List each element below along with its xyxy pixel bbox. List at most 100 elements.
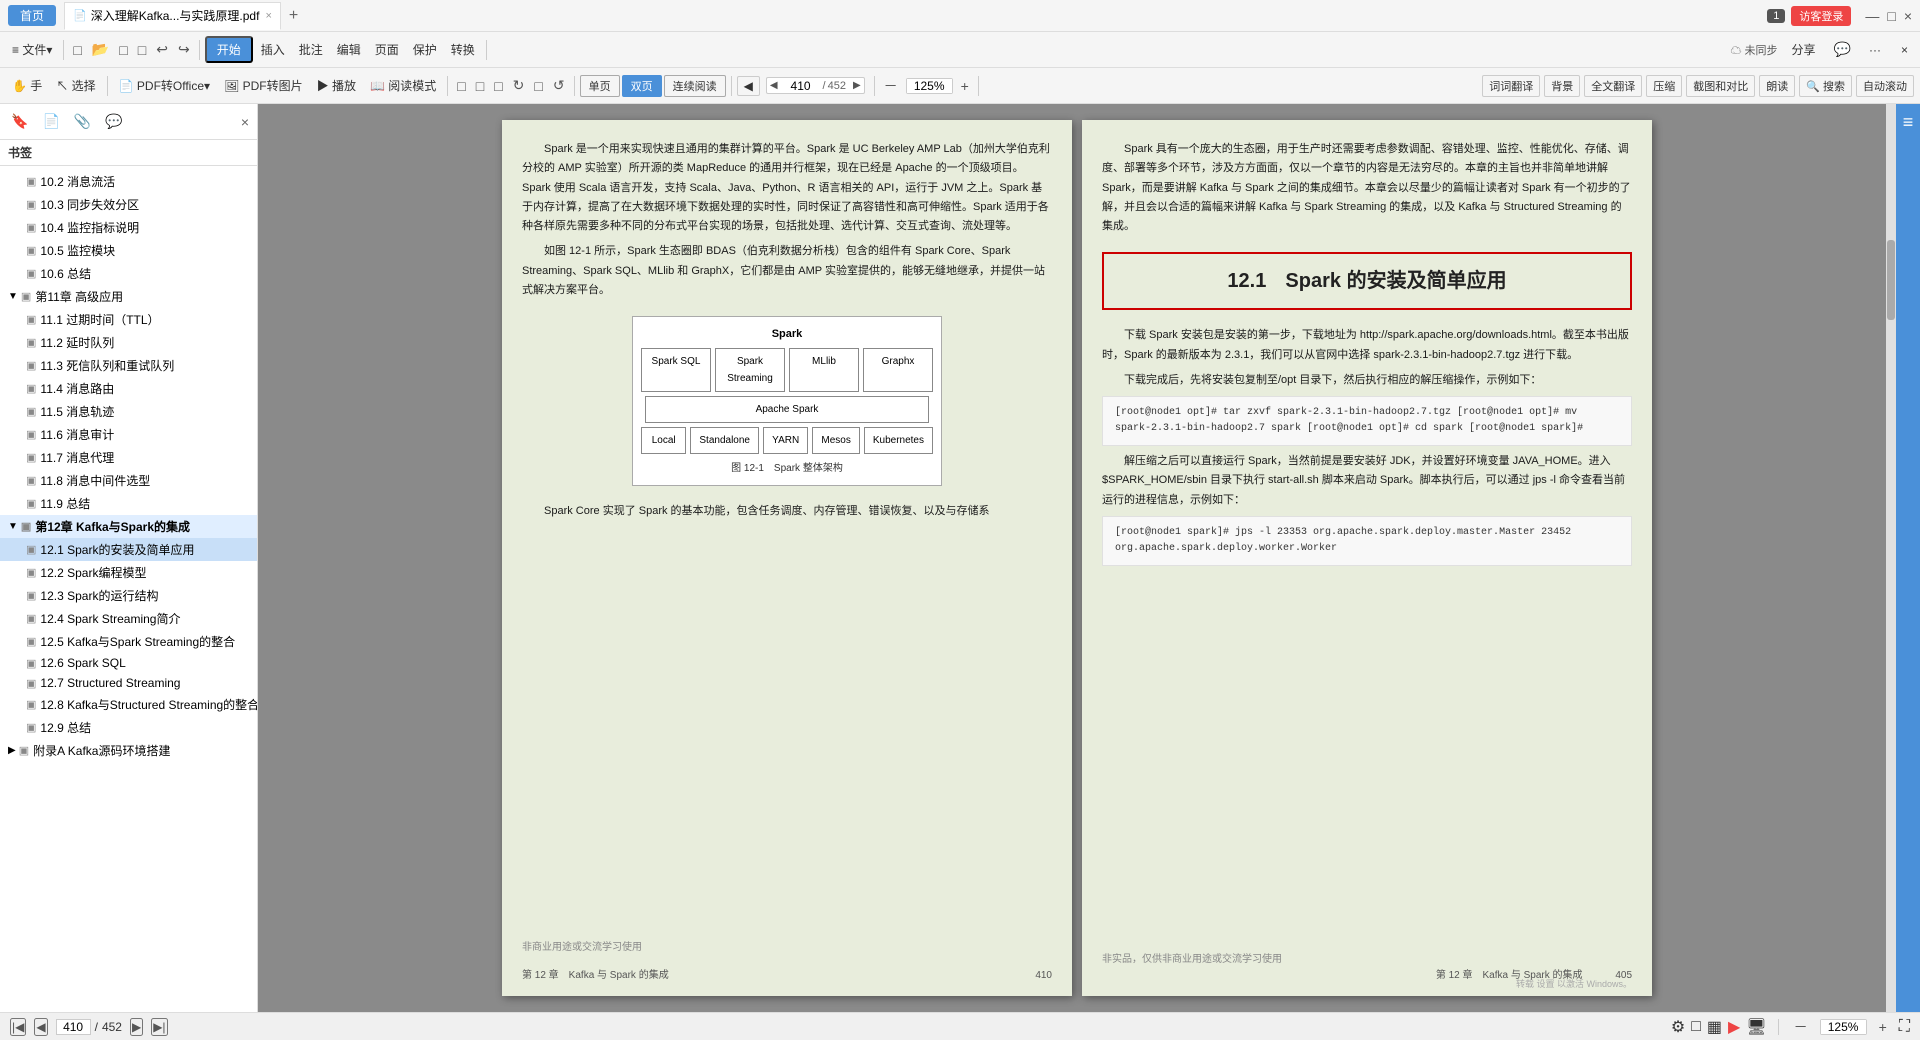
auto-scroll-button[interactable]: 自动滚动 [1856,75,1914,97]
read-mode-button[interactable]: 📖 阅读模式 [364,75,442,96]
pdf-content-area[interactable]: Spark 是一个用来实现快速且通用的集群计算的平台。Spark 是 UC Be… [258,104,1896,1012]
page-decrement-button[interactable]: ◀ [767,78,781,93]
rotate-left-button[interactable]: ↻ [509,75,529,96]
save-button[interactable]: □ [115,40,131,60]
close-button[interactable]: × [1904,8,1912,24]
sidebar-tree-item-14[interactable]: ▣11.9 总结 [0,492,257,515]
page-increment-button[interactable]: ▶ [850,78,864,93]
comment-button[interactable]: 批注 [293,39,329,60]
more-button[interactable]: ··· [1863,41,1887,59]
settings-icon[interactable]: ⚙ [1671,1017,1685,1037]
sidebar-tree-item-10[interactable]: ▣11.5 消息轨迹 [0,400,257,423]
tab-close-button[interactable]: × [265,10,271,22]
toolbar-close-button[interactable]: × [1895,41,1914,59]
page-button[interactable]: 页面 [369,39,405,60]
pdf-to-image-button[interactable]: 🖼 PDF转图片 [218,75,309,96]
first-page-status-button[interactable]: |◀ [10,1018,26,1036]
status-zoom-in-button[interactable]: + [1875,1017,1891,1037]
single-page-button[interactable]: 单页 [580,75,620,97]
status-zoom-out-button[interactable]: － [1790,1015,1812,1039]
sidebar-tree-item-24[interactable]: ▣12.9 总结 [0,716,257,739]
select-tool-button[interactable]: ↖ 选择 [50,75,101,96]
open-button[interactable]: 📂 [88,39,113,60]
sidebar-tree-item-0[interactable]: ▣10.2 消息流活 [0,170,257,193]
pdf-to-office-button[interactable]: 📄 PDF转Office▾ [113,75,216,96]
sidebar-close-button[interactable]: × [241,114,249,130]
compress-button[interactable]: 压缩 [1646,75,1682,97]
protect-button[interactable]: 保护 [407,39,443,60]
sidebar-attach-icon[interactable]: 📎 [71,110,94,133]
sidebar-tree-item-5[interactable]: ▼▣第11章 高级应用 [0,285,257,308]
grid-icon[interactable]: ▦ [1707,1017,1722,1037]
display-icon[interactable]: □ [1691,1018,1701,1036]
zoom-out-button[interactable]: － [880,74,902,98]
sidebar-comment-icon[interactable]: 💬 [102,110,125,133]
full-translate-button[interactable]: 全文翻译 [1584,75,1642,97]
save-as-button[interactable]: □ [134,40,150,60]
next-page-status-button[interactable]: ▶ [130,1018,143,1036]
continuous-button[interactable]: 连续阅读 [664,75,726,97]
last-page-status-button[interactable]: ▶| [151,1018,167,1036]
start-tab-button[interactable]: 开始 [205,36,253,63]
sidebar-bookmark-icon[interactable]: 🔖 [8,110,31,133]
prev-page-button[interactable]: ◀ [737,76,760,96]
word-translate-button[interactable]: 词词翻译 [1482,75,1540,97]
fullscreen-icon[interactable]: ⛶ [1899,1018,1910,1036]
scrollbar[interactable] [1886,104,1896,1012]
page-number-input[interactable] [781,79,821,93]
rotate-right-button[interactable]: ↺ [549,75,569,96]
sidebar-tree-item-16[interactable]: ▣12.1 Spark的安装及简单应用 [0,538,257,561]
icon-btn-3[interactable]: □ [490,76,506,96]
comment-icon-button[interactable]: 💬 [1830,39,1855,60]
undo-button[interactable]: ↩ [152,39,172,60]
redo-button[interactable]: ↪ [174,39,194,60]
new-tab-button[interactable]: + [283,7,304,25]
sidebar-tree-item-3[interactable]: ▣10.5 监控模块 [0,239,257,262]
maximize-button[interactable]: □ [1887,8,1895,24]
icon-btn-1[interactable]: □ [453,76,469,96]
sidebar-tree-item-9[interactable]: ▣11.4 消息路由 [0,377,257,400]
visit-login-button[interactable]: 访客登录 [1791,6,1851,26]
sidebar-tree-item-12[interactable]: ▣11.7 消息代理 [0,446,257,469]
youtube-icon[interactable]: ▶ [1728,1017,1740,1037]
insert-button[interactable]: 插入 [255,39,291,60]
scroll-thumb[interactable] [1887,240,1895,320]
sidebar-tree-item-20[interactable]: ▣12.5 Kafka与Spark Streaming的整合 [0,630,257,653]
share-button[interactable]: 分享 [1786,39,1822,60]
sidebar-tree-item-18[interactable]: ▣12.3 Spark的运行结构 [0,584,257,607]
play-button[interactable]: ▶ 播放 [311,75,362,96]
sidebar-tree-item-1[interactable]: ▣10.3 同步失效分区 [0,193,257,216]
sidebar-tree-item-21[interactable]: ▣12.6 Spark SQL [0,653,257,673]
home-button[interactable]: 首页 [8,5,56,26]
sidebar-tree-item-13[interactable]: ▣11.8 消息中间件选型 [0,469,257,492]
icon-btn-4[interactable]: □ [530,76,546,96]
search-button[interactable]: 🔍 搜索 [1799,75,1852,97]
sidebar-tree-item-4[interactable]: ▣10.6 总结 [0,262,257,285]
sidebar-tree-item-15[interactable]: ▼▣第12章 Kafka与Spark的集成 [0,515,257,538]
tts-button[interactable]: 朗读 [1759,75,1795,97]
prev-page-status-button[interactable]: ◀ [34,1018,47,1036]
sidebar-tree-item-23[interactable]: ▣12.8 Kafka与Structured Streaming的整合 [0,693,257,716]
double-page-button[interactable]: 双页 [622,75,662,97]
window-controls[interactable]: — □ × [1865,8,1912,24]
convert-button[interactable]: 转换 [445,39,481,60]
sidebar-tree-item-11[interactable]: ▣11.6 消息审计 [0,423,257,446]
background-button[interactable]: 背景 [1544,75,1580,97]
sidebar-tree-item-19[interactable]: ▣12.4 Spark Streaming简介 [0,607,257,630]
sidebar-tree-item-22[interactable]: ▣12.7 Structured Streaming [0,673,257,693]
zoom-input[interactable] [907,79,952,93]
sidebar-tree-item-17[interactable]: ▣12.2 Spark编程模型 [0,561,257,584]
sidebar-tree-item-6[interactable]: ▣11.1 过期时间（TTL） [0,308,257,331]
sidebar-tree-item-25[interactable]: ▶▣附录A Kafka源码环境搭建 [0,739,257,762]
icon-btn-2[interactable]: □ [472,76,488,96]
sidebar-tree-item-7[interactable]: ▣11.2 延时队列 [0,331,257,354]
minimize-button[interactable]: — [1865,8,1879,24]
sidebar-tree-item-2[interactable]: ▣10.4 监控指标说明 [0,216,257,239]
sidebar-tree[interactable]: ▣10.2 消息流活▣10.3 同步失效分区▣10.4 监控指标说明▣10.5 … [0,166,257,1012]
monitor-icon[interactable]: 🖥 [1746,1017,1766,1037]
hand-tool-button[interactable]: ✋ 手 [6,75,48,96]
pdf-tab[interactable]: 📄 深入理解Kafka...与实践原理.pdf × [64,2,281,30]
right-sidebar-icon[interactable]: ≡ [1899,108,1918,137]
zoom-in-button[interactable]: + [957,76,973,96]
edit-button[interactable]: 编辑 [331,39,367,60]
